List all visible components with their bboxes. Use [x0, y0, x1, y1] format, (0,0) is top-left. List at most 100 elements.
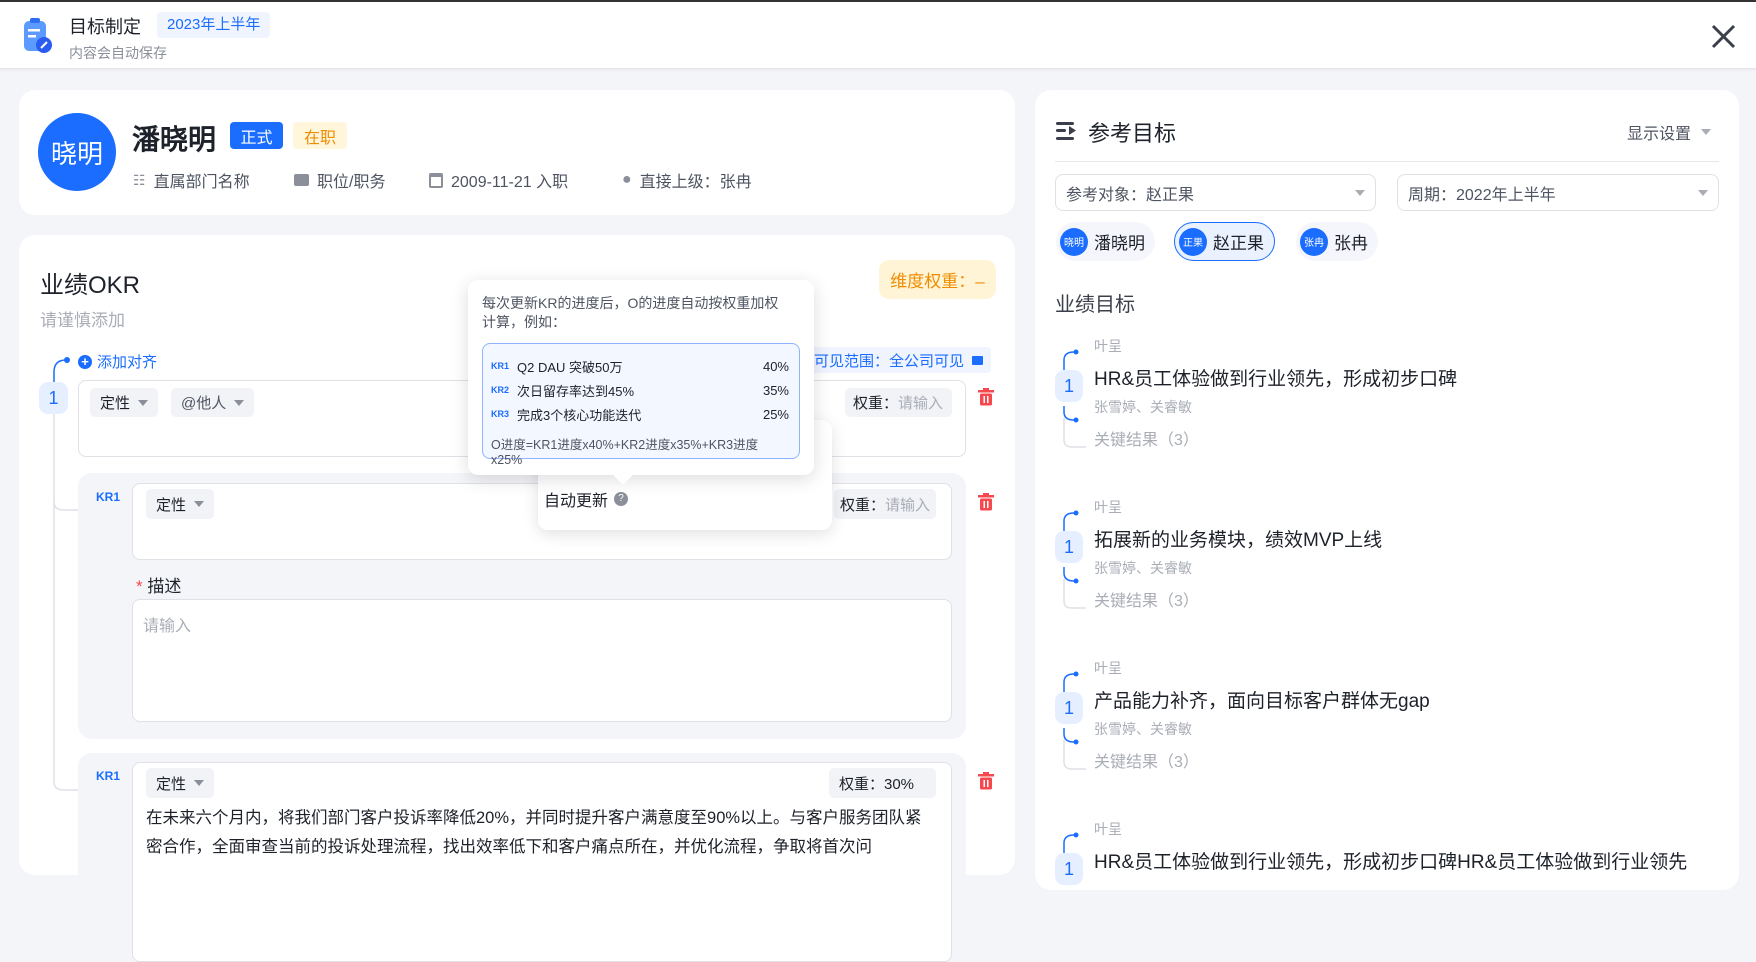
kr-name: Q2 DAU 突破50万	[517, 359, 623, 375]
kr1-weight-input[interactable]: 权重： 请输入	[834, 489, 936, 519]
kr2-label: KR1	[96, 769, 121, 783]
description-textarea[interactable]: 请输入	[132, 599, 952, 722]
delete-objective-icon[interactable]	[978, 388, 994, 406]
position-text: 职位/职务	[317, 174, 386, 191]
delete-kr2-icon[interactable]	[978, 772, 994, 790]
kr-tag: KR2	[491, 385, 510, 395]
person-avatar: 晓明	[1060, 227, 1088, 256]
person-chip[interactable]: 晓明 潘晓明	[1056, 222, 1155, 261]
kr-tag: KR1	[491, 361, 510, 371]
mention-value: @他人	[181, 395, 227, 412]
auto-update-option[interactable]: 自动更新?	[544, 487, 629, 511]
example-kr-row: KR3 完成3个核心功能迭代 25%	[491, 402, 789, 426]
add-alignment-button[interactable]: + 添加对齐	[78, 351, 157, 372]
weight-label: 权重：	[840, 496, 886, 514]
align-list-icon	[1056, 122, 1076, 140]
person-avatar: 正果	[1179, 227, 1207, 256]
kr-weight: 25%	[762, 406, 789, 422]
goal-owner: 叶呈	[1094, 499, 1122, 515]
chevron-down-icon	[1698, 189, 1708, 196]
department-text: 直属部门名称	[153, 174, 250, 191]
employee-name: 潘晓明	[132, 124, 217, 155]
avatar: 晓明	[38, 113, 116, 191]
goal-title[interactable]: 产品能力补齐，面向目标客户群体无gap	[1094, 686, 1430, 713]
kr2-weight-input[interactable]: 权重：30%	[829, 768, 936, 798]
autosave-note: 内容会自动保存	[69, 45, 167, 61]
objective-type-value: 定性	[100, 395, 131, 412]
goal-key-results-toggle[interactable]: 关键结果（3）	[1094, 748, 1199, 772]
display-settings-dropdown[interactable]: 显示设置	[1627, 120, 1712, 144]
add-alignment-label: 添加对齐	[97, 354, 158, 371]
kr2-type-select[interactable]: 定性	[146, 768, 215, 798]
weight-label: 权重：	[853, 395, 899, 412]
kr1-type-value: 定性	[156, 496, 187, 514]
period-select[interactable]: 周期：2022年上半年	[1397, 174, 1719, 211]
visibility-text: 可见范围：全公司可见	[814, 352, 965, 370]
tooltip-text: 每次更新KR的进度后，O的进度自动按权重加权计算，例如：	[482, 295, 779, 330]
kr2-text[interactable]: 在未来六个月内，将我们部门客户投诉率降低20%，并同时提升客户满意度至90%以上…	[146, 804, 936, 862]
kr-weight: 35%	[762, 382, 789, 398]
goal-aligned-people: 张雪婷、关睿敏	[1094, 721, 1192, 737]
goal-owner: 叶呈	[1094, 660, 1122, 676]
goal-key-results-toggle[interactable]: 关键结果（3）	[1094, 426, 1199, 450]
weighted-progress-tooltip: 每次更新KR的进度后，O的进度自动按权重加权计算，例如： KR1 Q2 DAU 突…	[468, 280, 814, 485]
example-kr-row: KR2 次日留存率达到45% 35%	[491, 378, 789, 402]
close-icon[interactable]	[1711, 24, 1736, 49]
kr2-type-value: 定性	[156, 775, 187, 793]
objective-number: 1	[39, 382, 68, 414]
goal-title[interactable]: HR&员工体验做到行业领先，形成初步口碑HR&员工体验做到行业领先	[1094, 847, 1687, 874]
period-badge: 2023年上半年	[157, 12, 271, 38]
weight-placeholder: 请输入	[885, 496, 931, 514]
objective-type-select[interactable]: 定性	[90, 388, 159, 417]
goal-title[interactable]: HR&员工体验做到行业领先，形成初步口碑	[1094, 364, 1457, 391]
chevron-down-icon	[194, 501, 205, 507]
help-icon[interactable]: ?	[614, 492, 629, 506]
goal-number: 1	[1055, 370, 1083, 402]
visibility-scope[interactable]: 可见范围：全公司可见	[806, 347, 992, 373]
unlock-icon	[972, 355, 984, 365]
required-mark: *	[136, 577, 143, 596]
calendar-icon	[429, 172, 443, 188]
mention-select[interactable]: @他人	[171, 388, 255, 417]
goal-clipboard-icon	[24, 18, 52, 53]
reference-target-select[interactable]: 参考对象：赵正果	[1055, 174, 1376, 211]
kr-weight: 40%	[762, 358, 789, 374]
goal-number: 1	[1055, 692, 1083, 724]
dimension-weight-badge: 维度权重：–	[879, 260, 996, 299]
progress-formula: O进度=KR1进度x40%+KR2进度x35%+KR3进度x25%	[491, 438, 759, 467]
weight-placeholder: 请输入	[898, 395, 944, 412]
status-badge: 在职	[293, 122, 347, 149]
chevron-down-icon	[234, 399, 245, 406]
person-name: 潘晓明	[1094, 234, 1145, 253]
person-name: 张冉	[1334, 234, 1368, 253]
chevron-down-icon	[194, 780, 205, 786]
goal-number: 1	[1055, 531, 1083, 563]
join-date-text: 2009-11-21 入职	[451, 174, 569, 191]
person-chip[interactable]: 正果 赵正果	[1174, 222, 1275, 261]
chevron-down-icon	[1701, 129, 1712, 135]
org-chart-icon: ☷	[133, 171, 146, 188]
goal-aligned-people: 张雪婷、关睿敏	[1094, 399, 1192, 415]
reference-title: 参考目标	[1088, 121, 1177, 146]
okr-subtitle: 请谨慎添加	[40, 311, 125, 330]
position-info: 职位/职务	[294, 168, 385, 192]
goal-aligned-people: 张雪婷、关睿敏	[1094, 560, 1192, 576]
person-chip[interactable]: 张冉 张冉	[1296, 222, 1378, 261]
display-settings-label: 显示设置	[1627, 126, 1692, 143]
auto-update-label: 自动更新	[544, 493, 609, 510]
goal-owner: 叶呈	[1094, 821, 1122, 837]
delete-kr1-icon[interactable]	[978, 493, 994, 511]
goal-owner: 叶呈	[1094, 338, 1122, 354]
period-value: 周期：2022年上半年	[1408, 186, 1556, 204]
performance-goals-heading: 业绩目标	[1055, 294, 1135, 316]
department-info: ☷ 直属部门名称	[133, 168, 250, 192]
example-kr-row: KR1 Q2 DAU 突破50万 40%	[491, 354, 789, 378]
person-name: 赵正果	[1213, 234, 1264, 253]
kr-name: 完成3个核心功能迭代	[517, 407, 642, 423]
kr1-type-select[interactable]: 定性	[146, 489, 215, 519]
goal-title[interactable]: 拓展新的业务模块，绩效MVP上线	[1094, 525, 1382, 552]
goal-key-results-toggle[interactable]: 关键结果（3）	[1094, 587, 1199, 611]
divider	[1055, 161, 1719, 162]
chevron-down-icon	[138, 399, 149, 406]
objective-weight-input[interactable]: 权重： 请输入	[845, 388, 952, 417]
